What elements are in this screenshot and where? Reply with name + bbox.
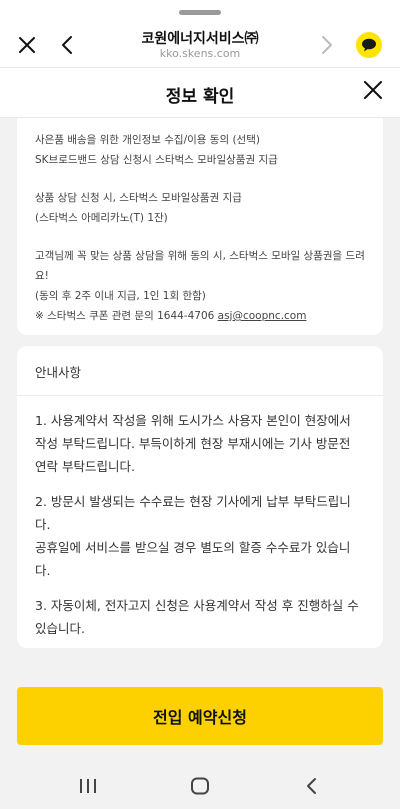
notice-body: 1. 사용계약서 작성을 위해 도시가스 사용자 본인이 현장에서 작성 부탁드… (17, 396, 383, 640)
site-title: 코원에너지서비스㈜ (141, 31, 259, 47)
notice-line: 2. 방문시 발생되는 수수료는 현장 기사에게 납부 부탁드립니 (35, 494, 351, 509)
page-title: 정보 확인 (165, 87, 235, 107)
notice-line: 공휴일에 서비스를 받으실 경우 별도의 할증 수수료가 있습니 (35, 540, 351, 555)
notice-line: 1. 사용계약서 작성을 위해 도시가스 사용자 본인이 현장에서 (35, 413, 351, 428)
forward-icon[interactable] (316, 32, 338, 58)
consent-line: SK브로드밴드 상담 신청시 스타벅스 모바일상품권 지급 (35, 154, 278, 166)
email-link[interactable]: asj@coopnc.com (218, 310, 307, 322)
notice-line: 다. (35, 517, 51, 532)
kakaotalk-share-button[interactable] (356, 32, 382, 58)
notice-line: 연락 부탁드립니다. (35, 459, 135, 474)
back-icon[interactable] (56, 32, 78, 58)
back-icon[interactable] (304, 777, 318, 795)
consent-line: 고객님께 꼭 맞는 상품 상담을 위해 동의 시, 스타벅스 모바일 상품권을 … (35, 250, 365, 282)
notice-line: 작성 부탁드립니다. 부득이하게 현장 부재시에는 기사 방문전 (35, 436, 351, 451)
consent-line: 상품 상담 신청 시, 스타벅스 모바일상품권 지급 (35, 192, 242, 204)
close-icon[interactable] (14, 32, 40, 58)
notice-line: 3. 자동이체, 전자고지 신청은 사용계약서 작성 후 진행하실 수 (35, 598, 359, 613)
consent-card: 사은품 배송을 위한 개인정보 수집/이용 동의 (선택) SK브로드밴드 상담… (17, 118, 383, 335)
consent-line: 사은품 배송을 위한 개인정보 수집/이용 동의 (선택) (35, 134, 260, 146)
notice-line: 있습니다. (35, 621, 85, 636)
scroll-content[interactable]: 사은품 배송을 위한 개인정보 수집/이용 동의 (선택) SK브로드밴드 상담… (0, 118, 400, 688)
recent-apps-icon[interactable] (77, 778, 99, 794)
system-nav-bar (0, 761, 400, 809)
move-in-reservation-button[interactable]: 전입 예약신청 (17, 687, 383, 745)
home-icon[interactable] (190, 777, 210, 795)
site-url: kko.skens.com (159, 47, 241, 60)
consent-line: (스타벅스 아메리카노(T) 1잔) (35, 212, 168, 224)
contact-text: ※ 스타벅스 쿠폰 관련 문의 1644-4706 (35, 310, 218, 322)
browser-bar: 코원에너지서비스㈜ kko.skens.com (0, 0, 400, 68)
consent-line: (동의 후 2주 이내 지급, 1인 1회 한함) (35, 290, 206, 302)
notice-card: 안내사항 1. 사용계약서 작성을 위해 도시가스 사용자 본인이 현장에서 작… (17, 346, 383, 648)
chat-bubble-icon (362, 38, 376, 52)
sheet-header: 정보 확인 (0, 68, 400, 118)
drag-handle[interactable] (179, 10, 221, 15)
consent-contact: ※ 스타벅스 쿠폰 관련 문의 1644-4706 asj@coopnc.com (35, 306, 365, 326)
notice-heading: 안내사항 (17, 346, 383, 396)
close-icon[interactable] (362, 79, 384, 101)
notice-line: 다. (35, 563, 51, 578)
